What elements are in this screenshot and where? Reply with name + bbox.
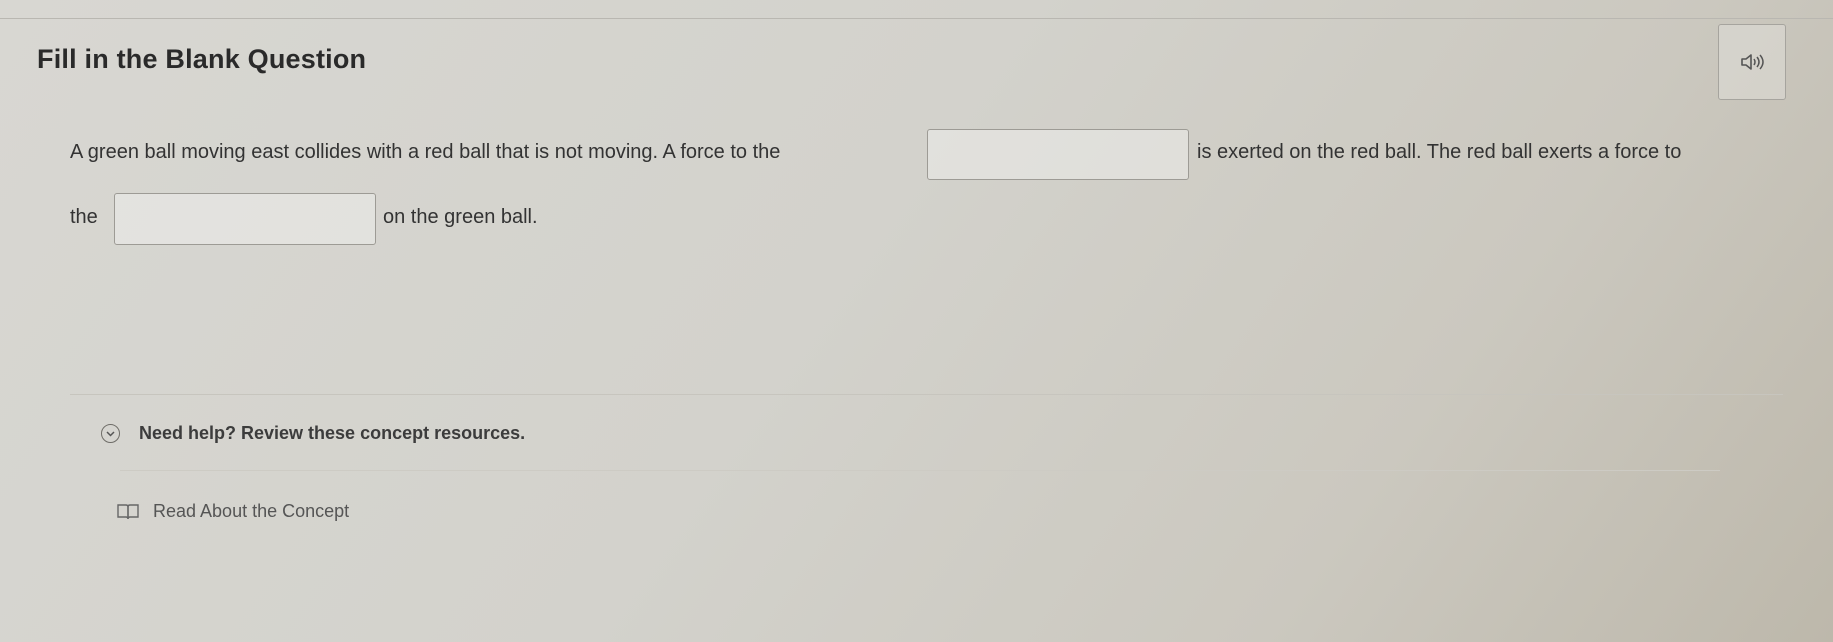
chevron-down-icon xyxy=(101,424,120,443)
read-aloud-button[interactable] xyxy=(1718,24,1786,100)
section-divider xyxy=(70,394,1783,395)
resources-divider xyxy=(120,470,1720,471)
blank-answer-2[interactable] xyxy=(114,193,376,245)
page-title: Fill in the Blank Question xyxy=(37,44,367,74)
resource-label: Read About the Concept xyxy=(153,501,350,521)
read-about-concept-link[interactable]: Read About the Concept xyxy=(116,501,349,522)
help-resources-toggle[interactable]: Need help? Review these concept resource… xyxy=(101,423,525,444)
blank-answer-1[interactable] xyxy=(927,129,1189,180)
question-text-line1-end: is exerted on the red ball. The red ball… xyxy=(1197,141,1682,163)
book-icon xyxy=(117,503,139,519)
speaker-icon xyxy=(1741,54,1764,70)
help-label: Need help? Review these concept resource… xyxy=(139,423,526,443)
question-text-line1: A green ball moving east collides with a… xyxy=(70,141,781,163)
question-text-line2-end: on the green ball. xyxy=(383,206,538,228)
top-divider xyxy=(0,18,1833,19)
question-text-line2-start: the xyxy=(70,206,98,228)
